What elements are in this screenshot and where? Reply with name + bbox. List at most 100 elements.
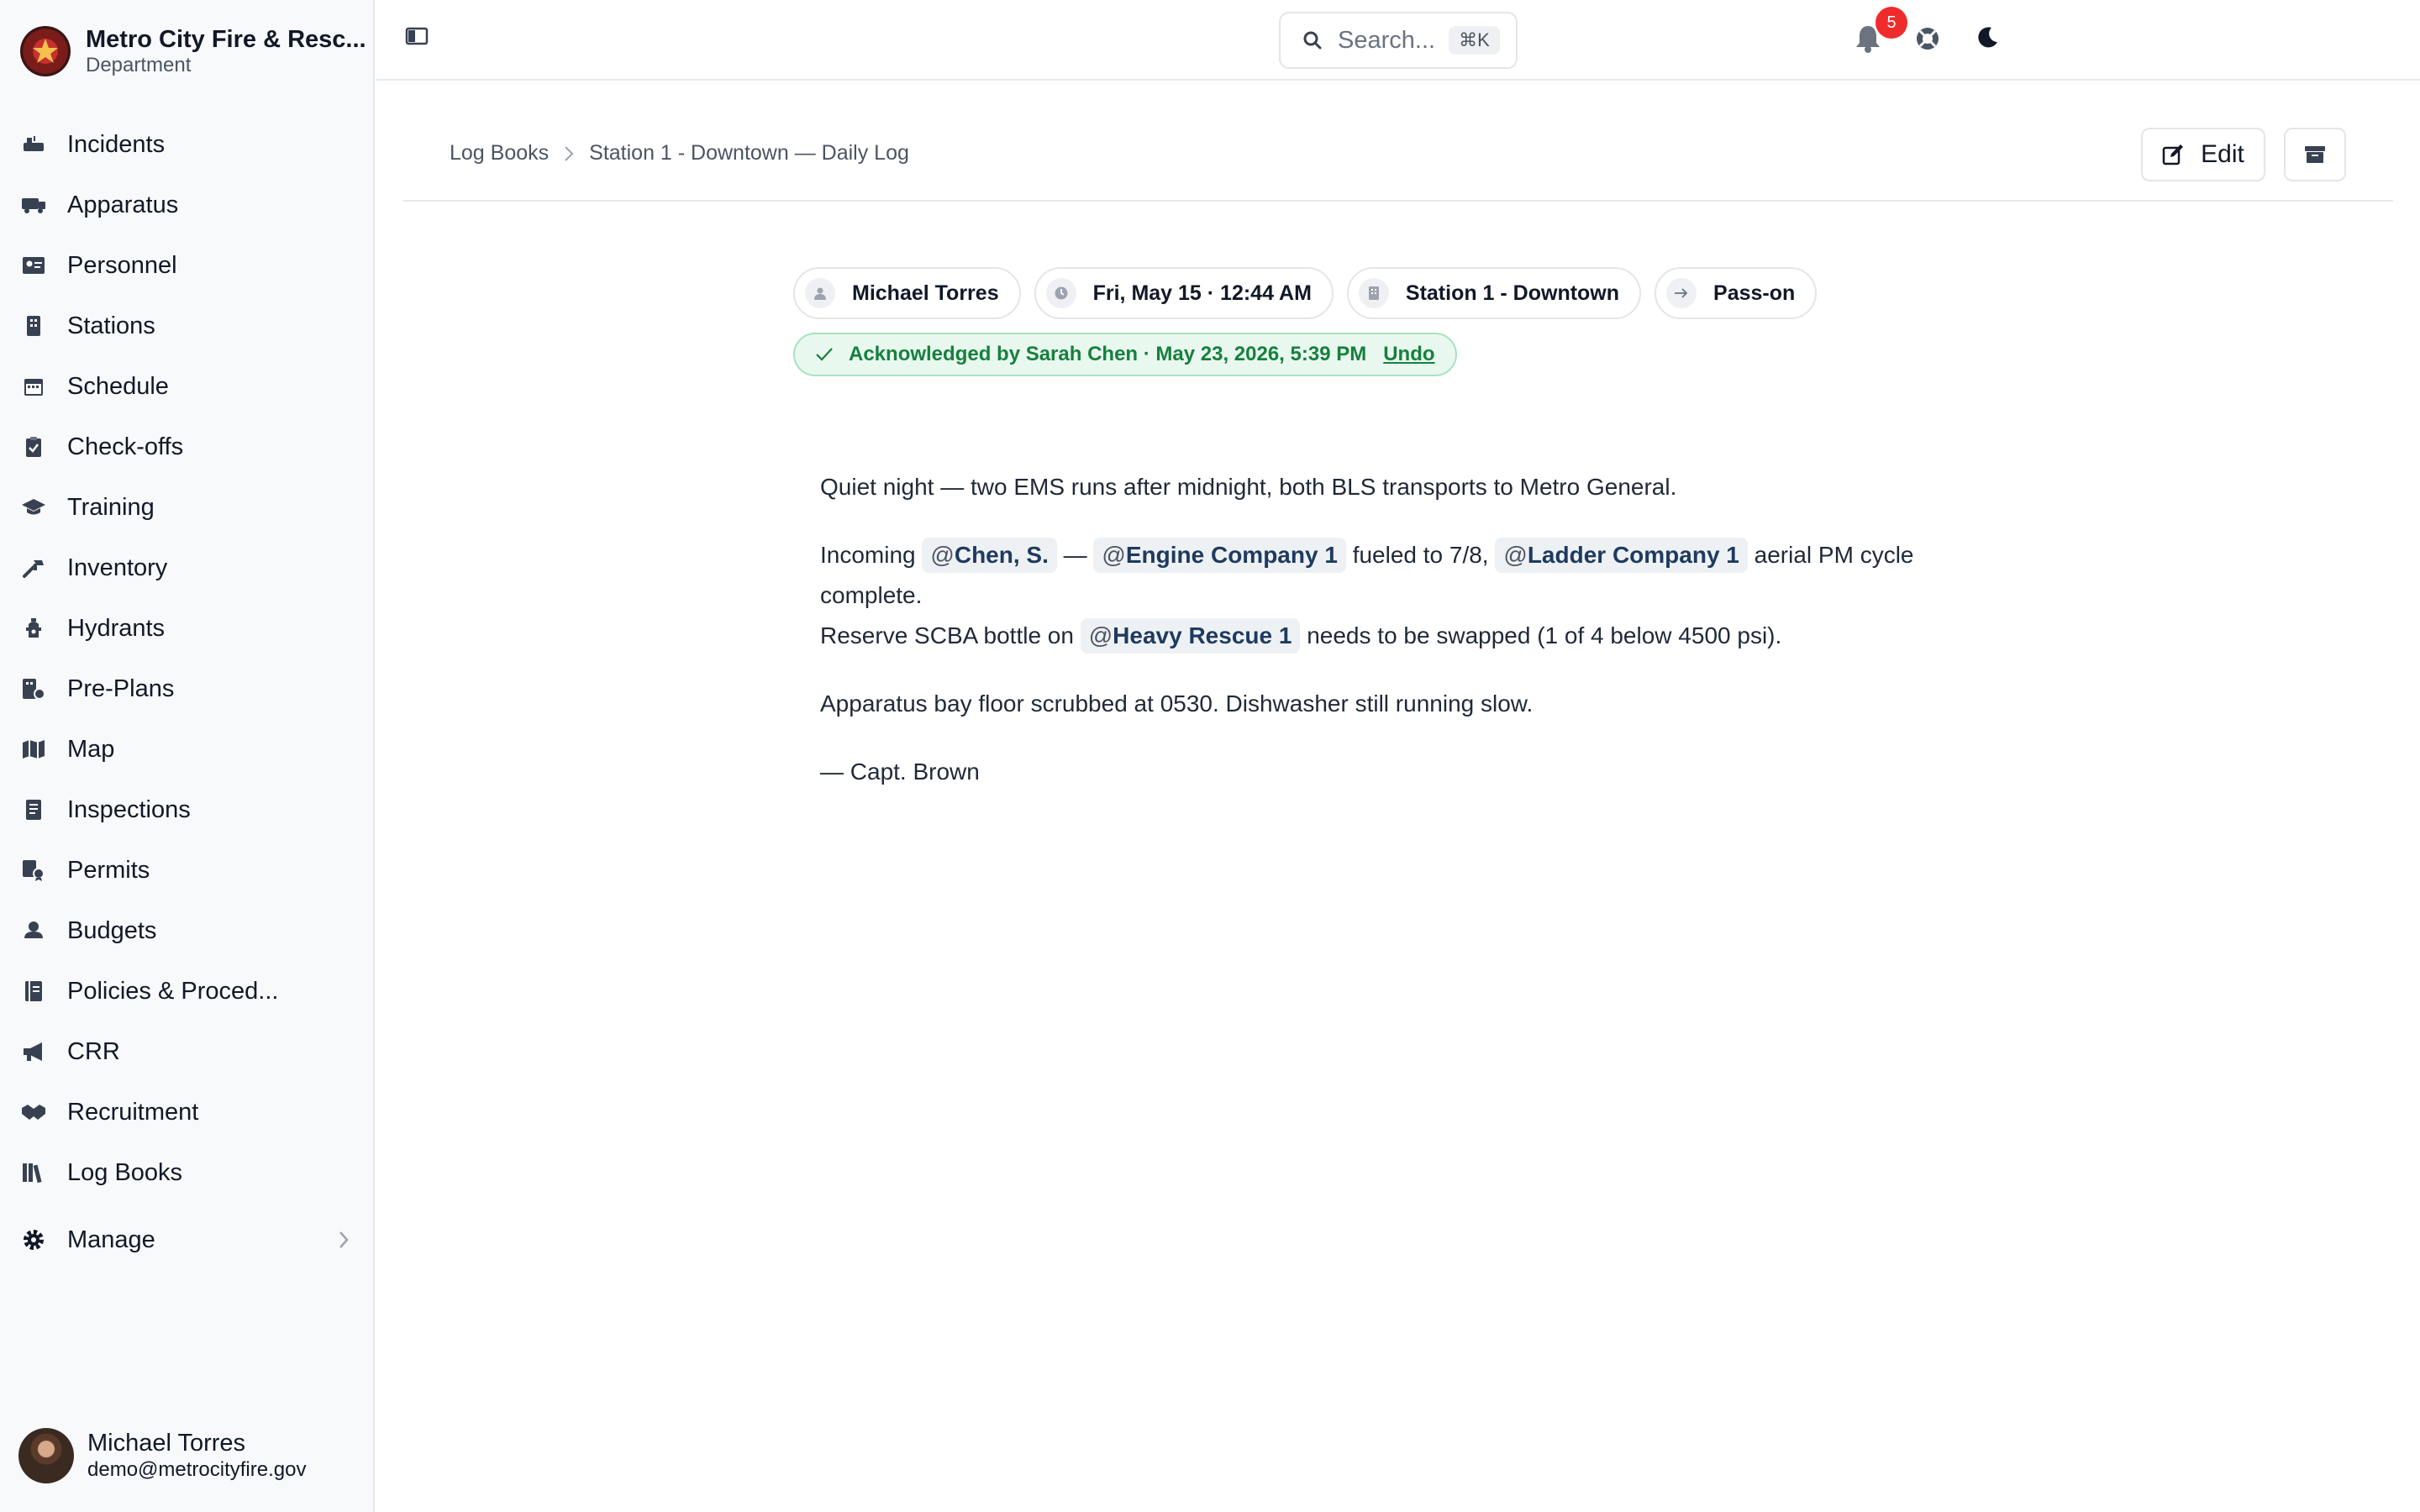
- sidebar-item-label: Training: [67, 493, 155, 521]
- log-text: Incoming: [820, 542, 916, 568]
- sidebar-item-recruitment[interactable]: Recruitment: [0, 1082, 375, 1142]
- map-icon: [20, 736, 47, 763]
- building-icon: [1358, 278, 1389, 308]
- mention-label: Chen, S.: [954, 542, 1049, 568]
- sidebar-item-log-books[interactable]: Log Books: [0, 1142, 375, 1203]
- sidebar-item-policies[interactable]: Policies & Proced...: [0, 961, 375, 1021]
- sidebar-item-label: Stations: [67, 312, 155, 339]
- log-paragraph: Quiet night — two EMS runs after midnigh…: [820, 474, 1677, 500]
- author-chip[interactable]: Michael Torres: [793, 267, 1021, 319]
- sidebar-item-manage[interactable]: Manage: [0, 1210, 375, 1270]
- sidebar-item-label: Hydrants: [67, 614, 166, 642]
- incidents-icon: [20, 131, 47, 158]
- sidebar-item-label: Incidents: [67, 130, 166, 158]
- edit-icon: [2162, 144, 2184, 165]
- schedule-icon: [20, 373, 47, 400]
- log-text: Reserve SCBA bottle on: [820, 622, 1074, 648]
- permits-icon: [20, 857, 47, 884]
- sidebar-item-label: Log Books: [67, 1158, 183, 1186]
- log-text: fueled to 7/8,: [1352, 542, 1489, 568]
- sidebar-item-personnel[interactable]: Personnel: [0, 235, 375, 296]
- org-subtitle: Department: [86, 54, 192, 76]
- help-icon[interactable]: [1914, 25, 1941, 52]
- topbar: Search... ⌘K: [376, 0, 2420, 81]
- arrow-right-icon: [1666, 278, 1697, 308]
- sidebar-item-permits[interactable]: Permits: [0, 840, 375, 900]
- sidebar: Metro City Fire & Resc... Department Inc…: [0, 0, 375, 1512]
- sidebar-item-label: Budgets: [67, 916, 157, 944]
- check-offs-icon: [20, 433, 47, 460]
- chevron-right-icon: [564, 145, 574, 162]
- breadcrumb-current: Station 1 - Downtown — Daily Log: [589, 141, 909, 165]
- station-name: Station 1 - Downtown: [1405, 281, 1620, 305]
- mention-chip[interactable]: @Engine Company 1: [1093, 538, 1346, 573]
- sidebar-item-label: Inventory: [67, 554, 168, 581]
- breadcrumb: Log Books Station 1 - Downtown — Daily L…: [450, 141, 909, 165]
- breadcrumb-parent[interactable]: Log Books: [450, 141, 549, 165]
- log-meta: Michael Torres Fri, May 15 · 12:44 AM St…: [793, 267, 1830, 319]
- sidebar-item-stations[interactable]: Stations: [0, 296, 375, 356]
- org-header[interactable]: Metro City Fire & Resc... Department: [20, 25, 366, 77]
- sidebar-item-label: Inspections: [67, 795, 191, 823]
- log-body: Quiet night — two EMS runs after midnigh…: [820, 467, 2013, 820]
- edit-button[interactable]: Edit: [2141, 128, 2265, 181]
- sidebar-item-check-offs[interactable]: Check-offs: [0, 417, 375, 477]
- sidebar-item-hydrants[interactable]: Hydrants: [0, 598, 375, 659]
- sidebar-item-label: CRR: [67, 1037, 120, 1065]
- search-input[interactable]: Search... ⌘K: [1279, 12, 1518, 69]
- moon-icon[interactable]: [1975, 25, 2000, 50]
- mention-label: Ladder Company 1: [1527, 542, 1739, 568]
- user-email: demo@metrocityfire.gov: [87, 1458, 307, 1481]
- sidebar-item-budgets[interactable]: Budgets: [0, 900, 375, 961]
- log-type: Pass-on: [1713, 281, 1796, 305]
- check-icon: [815, 347, 834, 362]
- notification-badge: 5: [1876, 7, 1907, 39]
- sidebar-item-label: Recruitment: [67, 1098, 199, 1126]
- sidebar-item-inspections[interactable]: Inspections: [0, 780, 375, 840]
- sidebar-toggle-icon[interactable]: [405, 27, 429, 45]
- sidebar-item-incidents[interactable]: Incidents: [0, 114, 375, 175]
- hydrants-icon: [20, 615, 47, 642]
- sidebar-item-apparatus[interactable]: Apparatus: [0, 175, 375, 235]
- search-placeholder: Search...: [1338, 26, 1436, 54]
- sidebar-item-training[interactable]: Training: [0, 477, 375, 538]
- archive-icon: [2304, 144, 2326, 165]
- log-paragraph: Incoming @Chen, S. — @Engine Company 1 f…: [820, 535, 2013, 656]
- author-name: Michael Torres: [852, 281, 999, 305]
- policies-icon: [20, 978, 47, 1005]
- chevron-right-icon: [338, 1230, 350, 1250]
- inspections-icon: [20, 796, 47, 823]
- user-name: Michael Torres: [87, 1430, 246, 1457]
- sidebar-item-map[interactable]: Map: [0, 719, 375, 780]
- megaphone-icon: [20, 1038, 47, 1065]
- log-text: needs to be swapped (1 of 4 below 4500 p…: [1307, 622, 1782, 648]
- acknowledgement-text: Acknowledged by Sarah Chen · May 23, 202…: [849, 343, 1367, 365]
- undo-link[interactable]: Undo: [1383, 343, 1434, 366]
- apparatus-icon: [20, 192, 47, 218]
- search-shortcut: ⌘K: [1449, 26, 1500, 55]
- mention-chip[interactable]: @Ladder Company 1: [1495, 538, 1748, 573]
- mention-label: Heavy Rescue 1: [1113, 622, 1292, 648]
- search-icon: [1302, 30, 1323, 50]
- sidebar-item-crr[interactable]: CRR: [0, 1021, 375, 1082]
- sidebar-item-label: Apparatus: [67, 191, 179, 218]
- edit-label: Edit: [2201, 140, 2244, 168]
- budgets-icon: [20, 917, 47, 944]
- user-profile[interactable]: Michael Torres demo@metrocityfire.gov: [18, 1428, 306, 1483]
- sidebar-item-schedule[interactable]: Schedule: [0, 356, 375, 417]
- sidebar-nav: Incidents Apparatus Personnel Stations S…: [0, 114, 375, 1270]
- clock-icon: [1045, 278, 1076, 308]
- stations-icon: [20, 312, 47, 339]
- datetime-chip[interactable]: Fri, May 15 · 12:44 AM: [1034, 267, 1334, 319]
- type-chip[interactable]: Pass-on: [1655, 267, 1818, 319]
- mention-chip[interactable]: @Chen, S.: [922, 538, 1057, 573]
- log-paragraph: Apparatus bay floor scrubbed at 0530. Di…: [820, 690, 1534, 717]
- sidebar-item-label: Map: [67, 735, 115, 763]
- sidebar-item-inventory[interactable]: Inventory: [0, 538, 375, 598]
- header-divider: [403, 200, 2393, 202]
- station-chip[interactable]: Station 1 - Downtown: [1346, 267, 1642, 319]
- archive-button[interactable]: [2284, 128, 2346, 181]
- mention-chip[interactable]: @Heavy Rescue 1: [1080, 618, 1301, 654]
- sidebar-item-pre-plans[interactable]: Pre-Plans: [0, 659, 375, 719]
- sidebar-item-label: Schedule: [67, 372, 169, 400]
